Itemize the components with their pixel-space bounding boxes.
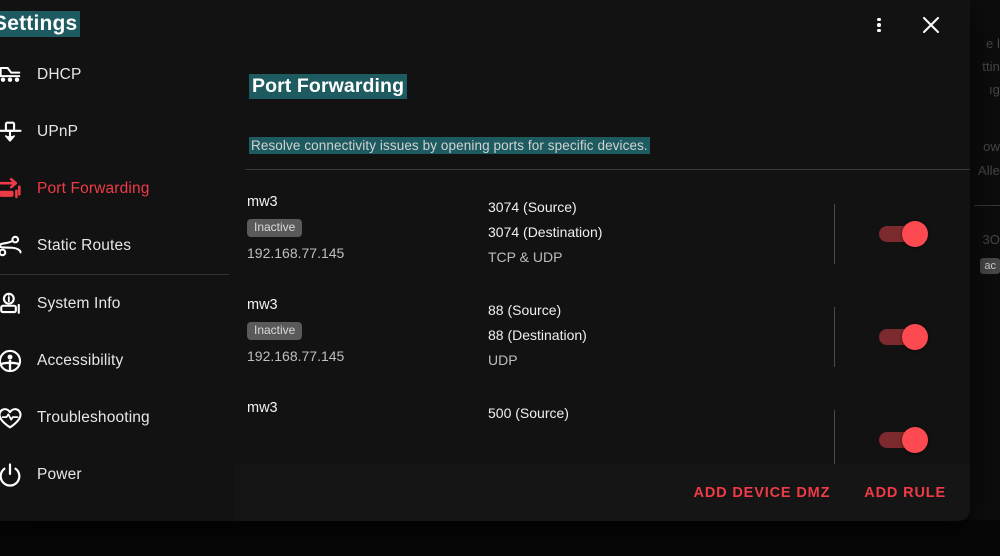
dhcp-icon — [0, 61, 30, 89]
close-icon[interactable] — [916, 10, 946, 40]
rule-device-ip: 192.168.77.145 — [247, 348, 345, 365]
rule-toggle-column — [834, 195, 970, 273]
rule-device-name: mw3 — [247, 194, 278, 210]
dialog-titlebar: Settings — [0, 0, 970, 52]
kebab-dot — [877, 28, 881, 33]
troubleshooting-icon — [0, 404, 30, 432]
toggle-knob — [902, 427, 928, 453]
backdrop-text-fragment: ow — [983, 139, 1000, 154]
sidebar-item-label: Accessibility — [37, 351, 124, 369]
rule-destination-port: 3074 (Destination) — [488, 223, 603, 240]
rule-device-ip: 192.168.77.145 — [247, 245, 345, 262]
static-routes-icon — [0, 232, 30, 260]
upnp-icon — [0, 118, 30, 146]
toggle-knob — [902, 324, 928, 350]
backdrop-text-fragment: ıg — [988, 82, 1000, 97]
rule-source-port: 3074 (Source) — [488, 199, 577, 215]
rule-source-port: 88 (Source) — [488, 302, 562, 318]
system-info-icon — [0, 290, 30, 318]
backdrop-text-fragment: ttin — [982, 59, 1000, 74]
backdrop-port-fragment: 3O — [982, 232, 1000, 247]
sidebar-item-label: DHCP — [37, 65, 82, 83]
backdrop-text-fragment: Alle — [977, 163, 1000, 178]
rule-device-column: mw3 — [235, 400, 488, 417]
sidebar-item-label: Power — [37, 465, 82, 483]
rule-enable-toggle[interactable] — [879, 221, 928, 247]
rule-device-name: mw3 — [247, 400, 278, 416]
accessibility-icon — [0, 347, 30, 375]
toggle-knob — [902, 221, 928, 247]
sidebar-item-system-info[interactable]: System Info — [0, 275, 235, 332]
sidebar-item-upnp[interactable]: UPnP — [0, 103, 235, 160]
sidebar-item-label: UPnP — [37, 122, 79, 140]
status-badge: Inactive — [247, 321, 303, 341]
add-device-dmz-button[interactable]: ADD DEVICE DMZ — [694, 485, 831, 501]
sidebar-item-dhcp[interactable]: DHCP — [0, 46, 235, 103]
status-badge: Inactive — [247, 218, 303, 238]
dialog-footer: ADD DEVICE DMZ ADD RULE — [235, 464, 970, 521]
sidebar-item-accessibility[interactable]: Accessibility — [0, 332, 235, 389]
settings-content: Port Forwarding Resolve connectivity iss… — [235, 46, 970, 521]
settings-sidebar: DHCP UPnP Port Forwarding Static Routes … — [0, 46, 235, 521]
backdrop-text-fragment: e l — [985, 36, 1000, 51]
port-forwarding-icon — [0, 175, 30, 203]
settings-dialog: Settings DHCP UPnP Port Forwarding Stati… — [0, 0, 970, 521]
rule-protocol: UDP — [488, 351, 518, 368]
backdrop-bottom-strip — [0, 520, 1000, 556]
table-row[interactable]: mw3 Inactive 192.168.77.145 88 (Source) … — [235, 273, 970, 376]
sidebar-item-label: Troubleshooting — [37, 408, 150, 426]
power-icon — [0, 461, 30, 489]
add-rule-button[interactable]: ADD RULE — [864, 485, 946, 501]
sidebar-item-port-forwarding[interactable]: Port Forwarding — [0, 160, 235, 217]
rule-protocol: TCP & UDP — [488, 248, 563, 265]
rule-enable-toggle[interactable] — [879, 427, 928, 453]
port-forwarding-rule-list: mw3 Inactive 192.168.77.145 3074 (Source… — [235, 170, 970, 479]
row-separator — [834, 307, 835, 367]
rule-ports-column: 88 (Source) 88 (Destination) UDP — [488, 298, 834, 373]
rule-ports-column: 3074 (Source) 3074 (Destination) TCP & U… — [488, 195, 834, 270]
sidebar-item-power[interactable]: Power — [0, 446, 235, 503]
page-subtitle: Resolve connectivity issues by opening p… — [249, 137, 650, 154]
backdrop-chip: ac — [980, 258, 1000, 274]
sidebar-item-label: System Info — [37, 294, 121, 312]
titlebar-actions — [864, 10, 946, 40]
kebab-dot — [877, 17, 881, 22]
row-separator — [834, 204, 835, 264]
table-row[interactable]: mw3 Inactive 192.168.77.145 3074 (Source… — [235, 170, 970, 273]
rule-ports-column: 500 (Source) — [488, 401, 834, 426]
rule-destination-port: 88 (Destination) — [488, 326, 587, 343]
page-title: Port Forwarding — [249, 74, 408, 99]
rule-source-port: 500 (Source) — [488, 405, 569, 421]
rule-device-column: mw3 Inactive 192.168.77.145 — [235, 297, 488, 365]
backdrop-divider — [974, 205, 1000, 206]
rule-device-name: mw3 — [247, 297, 278, 313]
rule-toggle-column — [834, 298, 970, 376]
content-header: Port Forwarding Resolve connectivity iss… — [235, 46, 970, 170]
kebab-dot — [877, 23, 881, 27]
sidebar-item-static-routes[interactable]: Static Routes — [0, 217, 235, 274]
sidebar-item-label: Static Routes — [37, 236, 132, 254]
rule-device-column: mw3 Inactive 192.168.77.145 — [235, 194, 488, 262]
kebab-menu-icon[interactable] — [864, 10, 894, 40]
row-separator — [834, 410, 835, 470]
sidebar-item-label: Port Forwarding — [37, 179, 150, 197]
sidebar-item-troubleshooting[interactable]: Troubleshooting — [0, 389, 235, 446]
dialog-title: Settings — [0, 11, 81, 37]
rule-enable-toggle[interactable] — [879, 324, 928, 350]
